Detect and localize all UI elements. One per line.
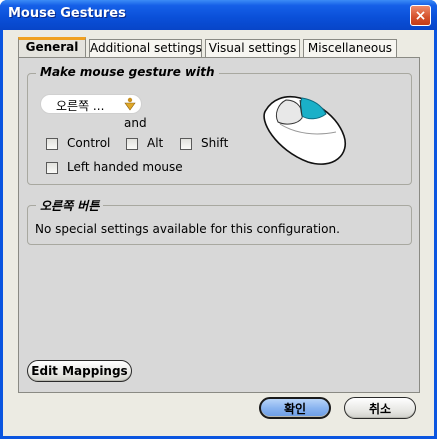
mouse-button-select[interactable]: 오른쪽 ... [40,94,142,114]
window-title: Mouse Gestures [8,6,126,21]
shift-checkbox[interactable] [180,138,192,150]
alt-label: Alt [147,136,164,150]
left-handed-checkbox[interactable] [46,162,58,174]
control-label: Control [67,136,111,150]
left-handed-label: Left handed mouse [67,160,183,174]
close-icon: × [414,7,427,24]
general-tab-panel: Make mouse gesture with 오른쪽 ... and Cont… [18,57,420,393]
mouse-button-select-value: 오른쪽 ... [56,99,105,113]
tab-additional-settings[interactable]: Additional settings [89,39,202,58]
no-settings-message: No special settings available for this c… [35,222,340,236]
button-settings-group: 오른쪽 버튼 No special settings available for… [27,197,412,245]
dialog-window: Mouse Gestures × General Additional sett… [0,0,437,439]
mouse-right-button-icon [263,95,347,165]
dialog-body: General Additional settings Visual setti… [3,30,434,436]
title-bar[interactable]: Mouse Gestures × [0,0,437,30]
gesture-group: Make mouse gesture with 오른쪽 ... and Cont… [27,65,412,185]
control-checkbox[interactable] [46,138,58,150]
edit-mappings-button[interactable]: Edit Mappings [27,360,132,382]
button-settings-legend: 오른쪽 버튼 [36,197,104,214]
gesture-group-legend: Make mouse gesture with [36,65,219,79]
tab-miscellaneous[interactable]: Miscellaneous [303,39,397,58]
dropdown-arrow-icon [124,97,136,111]
and-label: and [124,116,147,130]
alt-checkbox[interactable] [126,138,138,150]
shift-label: Shift [201,136,229,150]
cancel-button[interactable]: 취소 [344,397,416,419]
ok-button[interactable]: 확인 [259,397,331,419]
tab-general[interactable]: General [18,37,86,58]
tab-visual-settings[interactable]: Visual settings [205,39,300,58]
close-button[interactable]: × [410,5,431,26]
